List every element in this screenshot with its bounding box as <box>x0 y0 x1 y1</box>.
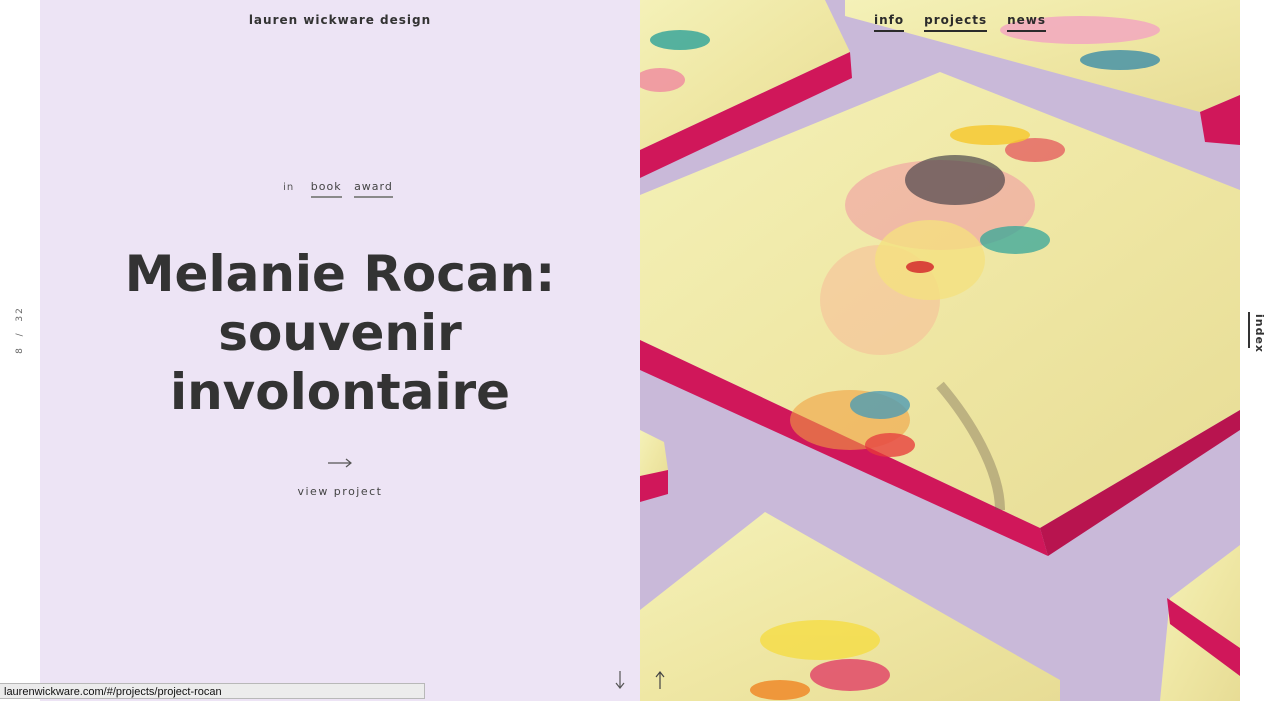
index-tab-label: index <box>1253 314 1266 354</box>
project-title: Melanie Rocan: souvenir involontaire <box>40 245 640 422</box>
page: 8 / 32 lauren wickware design in book aw… <box>0 0 1279 701</box>
project-title-line: Melanie Rocan: <box>124 245 556 303</box>
nav-news[interactable]: news <box>1007 13 1047 32</box>
tag-award[interactable]: award <box>354 180 393 198</box>
project-info-panel: lauren wickware design in book award Mel… <box>40 0 640 701</box>
books-photo <box>640 0 1240 701</box>
project-image <box>640 0 1240 701</box>
arrow-up-icon[interactable] <box>653 668 667 692</box>
view-project-link[interactable]: view project <box>40 485 640 498</box>
tag-book[interactable]: book <box>310 180 342 198</box>
index-tab[interactable]: index <box>1248 312 1272 353</box>
tags-in-label: in <box>283 182 295 193</box>
counter-total: 32 <box>15 306 26 322</box>
site-brand[interactable]: lauren wickware design <box>40 13 640 27</box>
project-title-line: involontaire <box>169 363 511 421</box>
project-tags: in book award <box>40 180 640 198</box>
project-counter: 8 / 32 <box>8 300 32 360</box>
main-nav: info projects news <box>874 13 1047 32</box>
arrow-down-icon[interactable] <box>613 668 627 692</box>
project-title-line: souvenir <box>218 304 462 362</box>
counter-current: 8 <box>15 346 26 354</box>
browser-status-bar: laurenwickware.com/#/projects/project-ro… <box>0 683 425 699</box>
counter-separator: / <box>15 331 26 337</box>
nav-info[interactable]: info <box>874 13 905 32</box>
nav-projects[interactable]: projects <box>924 13 988 32</box>
arrow-right-icon[interactable] <box>326 456 354 470</box>
